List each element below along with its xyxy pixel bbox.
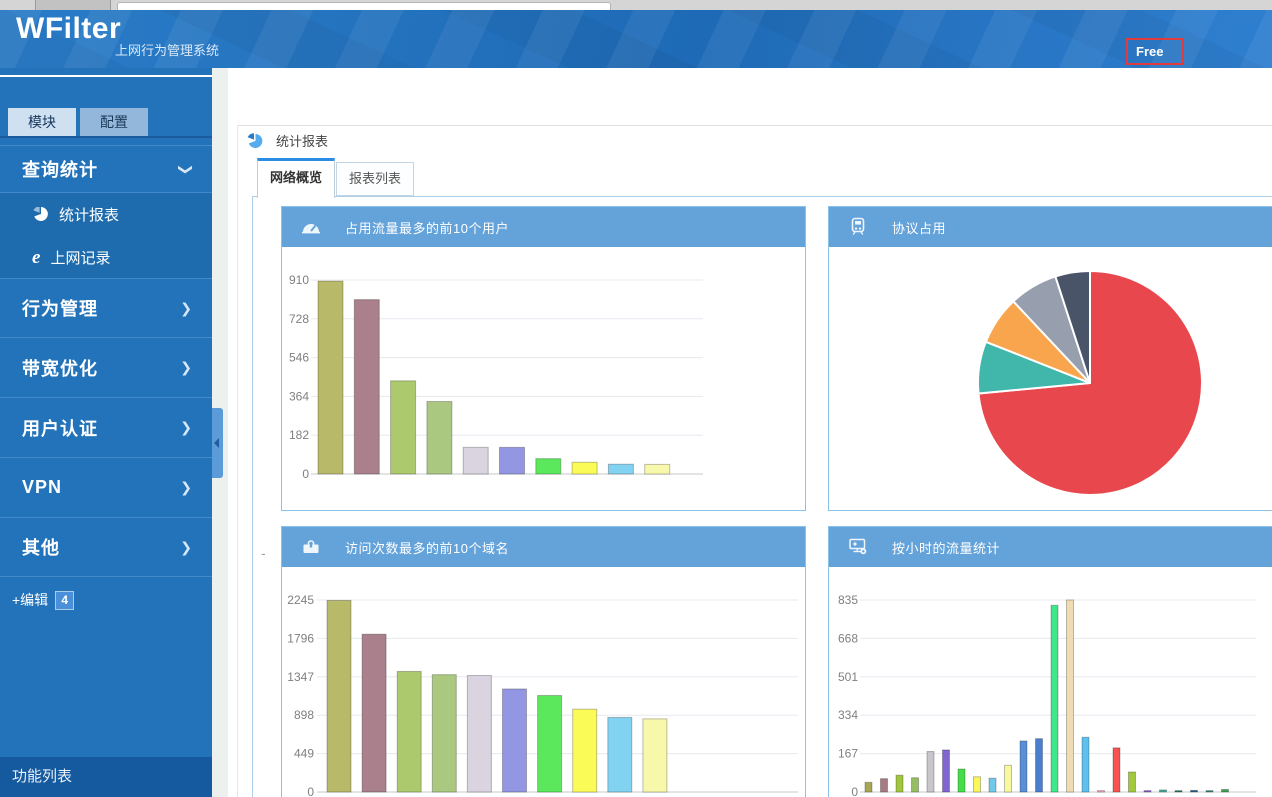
section-label: VPN: [22, 477, 62, 498]
chart-area: 910 728 546 364 182 0: [282, 247, 805, 509]
sidebar-tabs: 模块 配置: [8, 108, 148, 136]
panel-title: 按小时的流量统计: [892, 538, 1000, 557]
svg-text:728: 728: [289, 312, 309, 326]
train-icon: [846, 215, 870, 239]
chart-area: [829, 247, 1272, 509]
app-root: WFilter 上网行为管理系统 Free 模块 配置 查询统计 ❯ 统计报表 …: [0, 0, 1272, 797]
gauge-icon: [299, 215, 323, 239]
svg-text:0: 0: [302, 467, 309, 481]
svg-text:449: 449: [294, 747, 314, 761]
section-label: 带宽优化: [22, 355, 98, 381]
panel-title: 占用流量最多的前10个用户: [345, 218, 509, 237]
chevron-down-icon: ❯: [178, 163, 195, 175]
chart-panel-top-domains: 访问次数最多的前10个域名 2245 1796 1347 898 449 0: [281, 526, 806, 797]
panel-header: 访问次数最多的前10个域名: [282, 527, 805, 567]
ie-browser-icon: e: [32, 250, 40, 266]
pie-chart-protocols: [829, 247, 1272, 509]
monitor-gear-icon: [846, 535, 870, 559]
chart-panel-protocols: 协议占用: [828, 206, 1272, 511]
sidebar-tab-modules[interactable]: 模块: [8, 108, 76, 136]
sidebar-item-web-records[interactable]: e 上网记录: [0, 236, 212, 279]
svg-text:1796: 1796: [287, 631, 314, 645]
svg-text:668: 668: [838, 631, 858, 645]
edit-label: +编辑: [12, 590, 48, 610]
sidebar-collapse-handle[interactable]: [212, 408, 223, 478]
sidebar-edit-link[interactable]: +编辑 4: [0, 590, 224, 610]
stray-dash: -: [261, 545, 266, 561]
sidebar-tabs-underline: [0, 136, 212, 138]
svg-text:334: 334: [838, 708, 858, 722]
sidebar-item-label: 统计报表: [59, 204, 119, 225]
chevron-right-icon: ❯: [180, 479, 192, 496]
sidebar-section-user-auth[interactable]: 用户认证 ❯: [0, 397, 212, 457]
svg-text:501: 501: [838, 670, 858, 684]
browser-edge: [0, 0, 1272, 10]
report-box-border: [237, 125, 238, 797]
sidebar-item-label: 上网记录: [50, 247, 110, 268]
toolbox-icon: [299, 535, 323, 559]
pie-chart-icon: [245, 133, 265, 149]
sidebar-tab-config[interactable]: 配置: [80, 108, 148, 136]
tab-network-overview[interactable]: 网络概览: [257, 158, 335, 198]
tab-content-border: [252, 196, 1272, 197]
collapse-arrow-icon: [214, 438, 219, 448]
svg-text:182: 182: [289, 428, 309, 442]
app-header: [0, 10, 1272, 68]
svg-text:2245: 2245: [287, 593, 314, 607]
chevron-right-icon: ❯: [180, 300, 192, 317]
chart-panel-hourly-traffic: 按小时的流量统计 835 668 501 334 167 0: [828, 526, 1272, 797]
pie-chart-icon: [32, 207, 49, 222]
section-label: 其他: [22, 534, 60, 560]
chart-area: 2245 1796 1347 898 449 0: [282, 567, 805, 797]
svg-text:167: 167: [838, 747, 858, 761]
sidebar-section-behavior[interactable]: 行为管理 ❯: [0, 278, 212, 337]
sidebar-submenu: 统计报表 e 上网记录: [0, 192, 212, 279]
report-box-border: [237, 125, 1272, 126]
svg-text:1347: 1347: [287, 670, 314, 684]
svg-text:835: 835: [838, 593, 858, 607]
svg-text:0: 0: [851, 785, 858, 797]
tab-content-border: [252, 196, 253, 797]
bar-chart-top-domains: 2245 1796 1347 898 449 0: [282, 567, 805, 797]
sidebar-divider: [0, 75, 212, 77]
report-title: 统计报表: [245, 131, 328, 150]
panel-header: 协议占用: [829, 207, 1272, 247]
sidebar-section-vpn[interactable]: VPN ❯: [0, 457, 212, 517]
report-title-label: 统计报表: [276, 131, 328, 150]
sidebar: 模块 配置 查询统计 ❯ 统计报表 e 上网记录 行为管理 ❯: [0, 68, 212, 797]
sidebar-item-stat-report[interactable]: 统计报表: [0, 193, 212, 236]
app-subtitle: 上网行为管理系统: [115, 40, 219, 59]
panel-header: 按小时的流量统计: [829, 527, 1272, 567]
panel-title: 访问次数最多的前10个域名: [345, 538, 509, 557]
chevron-right-icon: ❯: [180, 539, 192, 556]
sidebar-section-other[interactable]: 其他 ❯: [0, 517, 212, 577]
svg-text:898: 898: [294, 708, 314, 722]
section-label: 查询统计: [22, 156, 98, 182]
chart-panel-top-users: 占用流量最多的前10个用户 910 728 546 364 182 0: [281, 206, 806, 511]
sidebar-section-query-stats[interactable]: 查询统计 ❯: [0, 145, 212, 192]
section-label: 用户认证: [22, 415, 98, 441]
svg-text:364: 364: [289, 389, 309, 403]
app-logo: WFilter: [16, 12, 121, 46]
free-license-badge[interactable]: Free: [1126, 38, 1184, 65]
panel-title: 协议占用: [892, 218, 946, 237]
section-label: 行为管理: [22, 295, 98, 321]
browser-tab-stub[interactable]: [35, 0, 111, 10]
sidebar-section-bandwidth[interactable]: 带宽优化 ❯: [0, 337, 212, 397]
panel-header: 占用流量最多的前10个用户: [282, 207, 805, 247]
bar-chart-top-users: 910 728 546 364 182 0: [282, 247, 805, 509]
bar-chart-hourly-traffic: 835 668 501 334 167 0: [829, 567, 1272, 797]
chart-area: 835 668 501 334 167 0: [829, 567, 1272, 797]
sidebar-footer: 功能列表: [0, 757, 212, 797]
svg-text:0: 0: [307, 785, 314, 797]
svg-text:546: 546: [289, 351, 309, 365]
chevron-right-icon: ❯: [180, 419, 192, 436]
edit-count-badge: 4: [55, 591, 74, 610]
tab-report-list[interactable]: 报表列表: [336, 162, 414, 196]
svg-text:910: 910: [289, 273, 309, 287]
chevron-right-icon: ❯: [180, 359, 192, 376]
